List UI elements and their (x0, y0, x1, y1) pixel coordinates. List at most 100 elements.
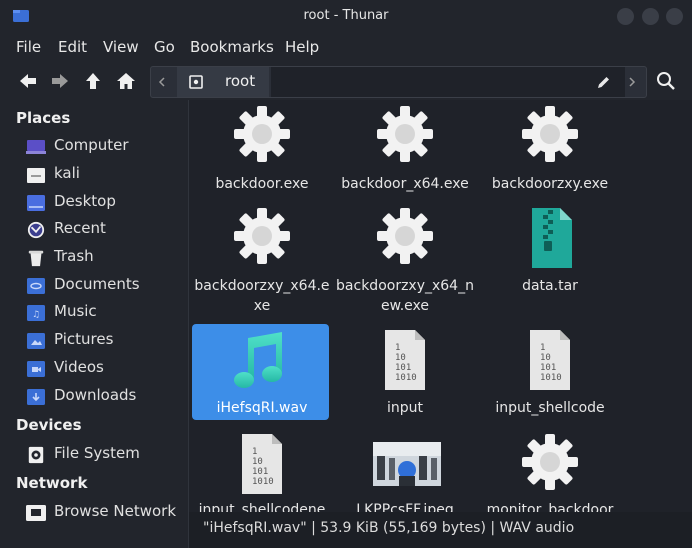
svg-text:101: 101 (540, 363, 556, 373)
edit-pencil-icon[interactable] (597, 75, 611, 89)
sidebar-item-documents[interactable]: Documents (26, 274, 186, 298)
gear-icon (234, 106, 290, 162)
computer-icon (26, 140, 46, 154)
pictures-folder-icon (27, 333, 45, 349)
window-title: root - Thunar (303, 8, 389, 23)
file-name: data.tar (522, 278, 578, 294)
network-icon (26, 505, 46, 521)
videos-folder-icon (27, 361, 45, 377)
recent-clock-icon (27, 221, 45, 239)
svg-text:1010: 1010 (540, 373, 562, 383)
svg-text:10: 10 (395, 353, 406, 363)
sidebar-item-browse-network[interactable]: Browse Network (26, 501, 186, 525)
music-note-icon (234, 332, 282, 388)
places-heading: Places (16, 109, 71, 127)
svg-text:1010: 1010 (395, 373, 417, 383)
maximize-button[interactable] (642, 8, 659, 25)
svg-text:1: 1 (252, 447, 257, 457)
gear-icon (377, 106, 433, 162)
binary-file-icon: 1 10 101 1010 (530, 330, 570, 390)
svg-text:♫: ♫ (32, 310, 40, 320)
status-bar: "iHefsqRI.wav" | 53.9 KiB (55,169 bytes)… (189, 512, 692, 548)
toolbar: root (0, 62, 692, 100)
file-name: LKPPcsFF.jpeg (356, 502, 454, 512)
sidebar-item-label: File System (54, 444, 140, 462)
svg-text:1: 1 (395, 343, 400, 353)
archive-icon (532, 208, 572, 268)
binary-file-icon: 1 10 101 1010 (385, 330, 425, 390)
path-field[interactable] (271, 67, 625, 97)
menu-help[interactable]: Help (285, 38, 319, 56)
menu-go[interactable]: Go (154, 38, 175, 56)
sidebar-item-pictures[interactable]: Pictures (26, 329, 186, 353)
file-name: input_shellcodene (198, 502, 326, 512)
svg-text:10: 10 (252, 457, 263, 467)
sidebar-item-recent[interactable]: Recent (26, 218, 186, 242)
sidebar-item-music[interactable]: ♫ Music (26, 301, 186, 325)
sidebar: Places Computer kali Desktop Recent Tras… (0, 100, 189, 548)
sidebar-item-file-system[interactable]: File System (26, 443, 186, 467)
gear-icon (234, 208, 290, 264)
devices-heading: Devices (16, 416, 82, 434)
sidebar-item-label: Browse Network (54, 502, 177, 520)
home-icon[interactable] (116, 71, 136, 91)
menu-view[interactable]: View (103, 38, 139, 56)
sidebar-item-trash[interactable]: Trash (26, 246, 186, 270)
status-text: "iHefsqRI.wav" | 53.9 KiB (55,169 bytes)… (203, 520, 575, 536)
file-name: input (386, 400, 423, 416)
location-bar: root (150, 66, 647, 98)
svg-text:1010: 1010 (252, 477, 274, 487)
file-name: backdoor.exe (215, 176, 309, 192)
sidebar-item-computer[interactable]: Computer (26, 135, 186, 159)
gear-icon (377, 208, 433, 264)
file-name: backdoor_x64.exe (341, 176, 469, 192)
svg-text:1: 1 (540, 343, 545, 353)
sidebar-item-videos[interactable]: Videos (26, 357, 186, 381)
sidebar-item-label: Desktop (54, 192, 116, 210)
desktop-folder-icon (27, 195, 45, 211)
menu-file[interactable]: File (16, 38, 41, 56)
file-name: input_shellcode (495, 400, 605, 416)
title-bar: root - Thunar (0, 0, 692, 32)
gear-icon (522, 434, 578, 490)
file-name: iHefsqRI.wav (216, 400, 308, 416)
trash-icon (28, 250, 44, 267)
sidebar-item-desktop[interactable]: Desktop (26, 191, 186, 215)
close-button[interactable] (666, 8, 683, 25)
forward-arrow-icon[interactable] (50, 71, 70, 91)
documents-folder-icon (27, 278, 45, 294)
path-button-root[interactable]: root (177, 67, 269, 97)
menu-bar: File Edit View Go Bookmarks Help (0, 32, 692, 62)
sidebar-item-label: Videos (54, 358, 104, 376)
back-arrow-icon[interactable] (18, 71, 38, 91)
file-name: backdoorzxy.exe (491, 176, 609, 192)
chevron-right-icon[interactable] (627, 77, 637, 87)
sidebar-item-kali[interactable]: kali (26, 163, 186, 187)
menu-bookmarks[interactable]: Bookmarks (190, 38, 274, 56)
svg-text:10: 10 (540, 353, 551, 363)
up-arrow-icon[interactable] (83, 71, 103, 91)
home-folder-icon (27, 168, 45, 183)
sidebar-item-label: Computer (54, 136, 129, 154)
file-name: backdoorzxy_x64.e xe (194, 278, 330, 314)
image-thumbnail (373, 442, 441, 486)
svg-text:101: 101 (252, 467, 268, 477)
sidebar-item-label: Trash (54, 247, 94, 265)
menu-edit[interactable]: Edit (58, 38, 87, 56)
svg-text:101: 101 (395, 363, 411, 373)
music-folder-icon: ♫ (27, 305, 45, 321)
file-view: backdoor.exe backdoor_x64.exe backdoorzx… (189, 100, 692, 512)
sidebar-item-label: Music (54, 302, 97, 320)
file-name: backdoorzxy_x64_n ew.exe (336, 278, 474, 314)
sidebar-item-label: Documents (54, 275, 140, 293)
path-label: root (225, 72, 256, 90)
drive-icon (189, 75, 203, 89)
sidebar-item-label: kali (54, 164, 80, 182)
search-icon[interactable] (656, 71, 676, 91)
binary-file-icon: 1 10 101 1010 (242, 434, 282, 494)
minimize-button[interactable] (617, 8, 634, 25)
sidebar-item-downloads[interactable]: Downloads (26, 385, 186, 409)
chevron-left-icon[interactable] (157, 77, 167, 87)
file-name: monitor_backdoor (486, 502, 614, 512)
network-heading: Network (16, 474, 88, 492)
